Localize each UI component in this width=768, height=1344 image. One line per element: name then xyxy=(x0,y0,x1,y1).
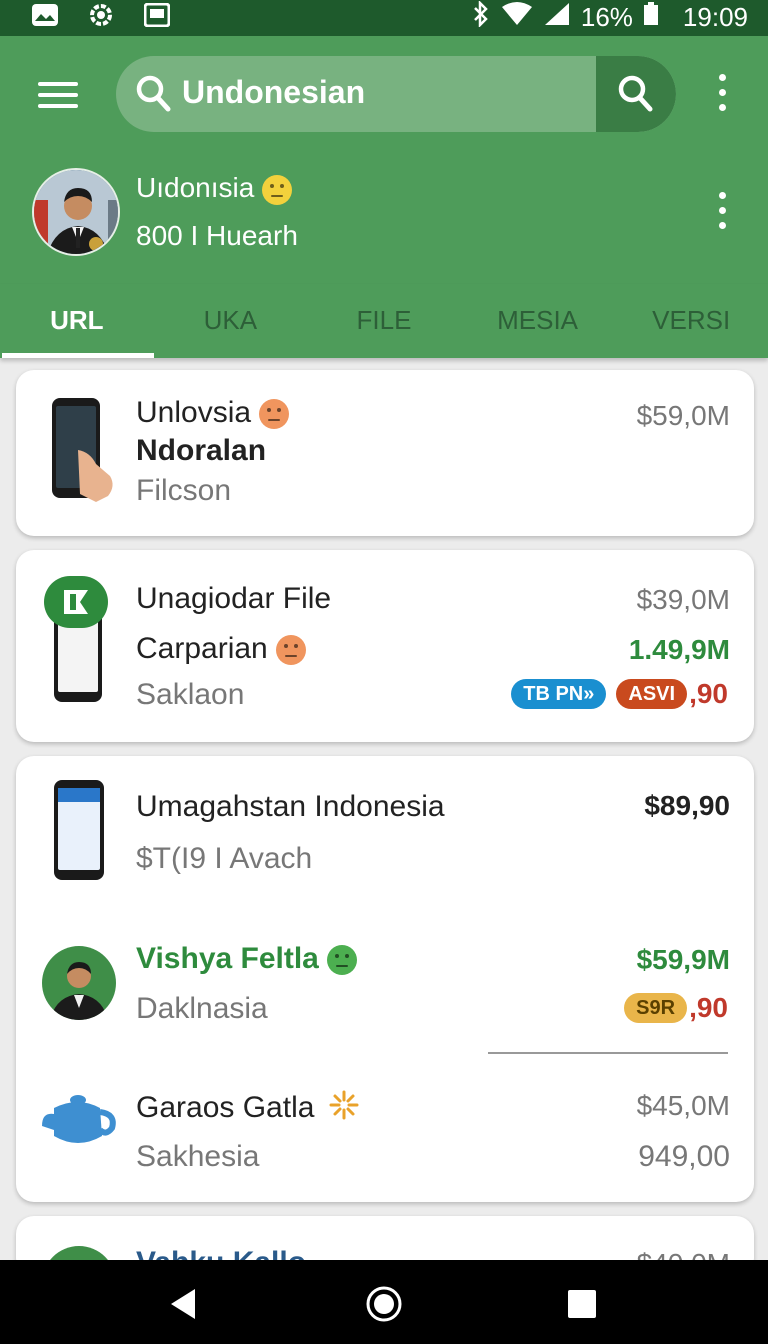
card-subtitle: Filcson xyxy=(136,474,232,507)
list-item[interactable]: Vishya Feltla Daklnasia $59,9M S9R ,90 xyxy=(16,926,754,1056)
item-price: $89,90 xyxy=(644,790,730,821)
item-title: Vishya Feltla xyxy=(136,942,357,976)
list-card[interactable]: Unagiodar File Carparian Saklaon $39,0M … xyxy=(16,550,754,742)
back-icon[interactable] xyxy=(164,1284,204,1324)
card-title: Unlovsia xyxy=(136,396,290,430)
wifi-icon xyxy=(501,1,533,34)
list-item[interactable]: Umagahstan Indonesia $T(I9 I Avach $89,9… xyxy=(16,756,754,896)
divider xyxy=(488,1052,728,1054)
tab-uka[interactable]: UKA xyxy=(154,284,308,358)
smile-emoji-icon xyxy=(262,174,293,205)
emoji-icon xyxy=(275,635,306,666)
battery-percent: 16% xyxy=(580,2,633,32)
badge-s9r: S9R xyxy=(624,993,688,1023)
card-subtitle: Saklaon xyxy=(136,678,245,711)
avatar xyxy=(42,946,116,1020)
tab-file[interactable]: FILE xyxy=(307,284,461,358)
item-subtitle: Sakhesia xyxy=(136,1140,260,1173)
item-badges: S9R ,90 xyxy=(624,992,728,1024)
badge-value: ,90 xyxy=(689,678,728,709)
sparkle-icon xyxy=(329,1090,359,1128)
battery-icon xyxy=(643,2,659,33)
search-icon xyxy=(618,75,653,112)
navigation-bar xyxy=(0,1260,768,1344)
card-title: Unagiodar File xyxy=(136,582,332,615)
card-badges: TB PN» ASVI ,90 xyxy=(511,678,728,710)
tab-bar: URL UKA FILE MESIA VERSI xyxy=(0,284,768,358)
emoji-icon xyxy=(259,399,290,430)
download-icon xyxy=(142,2,172,28)
menu-icon[interactable] xyxy=(38,82,78,112)
phone-thumbnail xyxy=(54,780,104,880)
phone-thumbnail xyxy=(52,398,113,502)
item-subtitle: $T(I9 I Avach xyxy=(136,842,313,875)
list-item[interactable]: Garaos Gatla Sakhesia $45,0M 949,00 xyxy=(16,1076,754,1196)
badge-asvi: ASVI xyxy=(616,679,688,709)
list-card[interactable]: Umagahstan Indonesia $T(I9 I Avach $89,9… xyxy=(16,756,754,1202)
tab-mesia[interactable]: MESIA xyxy=(461,284,615,358)
badge-tb: TB PN» xyxy=(511,679,607,709)
app-logo-icon xyxy=(44,576,108,628)
more-vert-icon[interactable] xyxy=(712,74,732,111)
search-button[interactable] xyxy=(596,56,676,132)
app-bar xyxy=(0,36,768,148)
avatar[interactable] xyxy=(32,168,120,256)
settings-icon xyxy=(86,2,116,28)
card-price: $39,0M xyxy=(636,584,730,615)
status-bar: 16% 19:09 xyxy=(0,0,768,36)
card-line2: Carparian xyxy=(136,632,306,666)
more-vert-icon[interactable] xyxy=(712,192,732,229)
item-price-secondary: 949,00 xyxy=(638,1140,730,1173)
badge-value: ,90 xyxy=(689,992,728,1023)
item-price: $59,9M xyxy=(636,944,730,975)
bluetooth-icon xyxy=(471,0,491,34)
card-price: $59,0M xyxy=(636,400,730,431)
card-price-secondary: 1.49,9M xyxy=(628,634,730,665)
tab-url[interactable]: URL xyxy=(0,284,154,358)
home-icon[interactable] xyxy=(364,1284,404,1324)
card-line2: Ndoralan xyxy=(136,434,267,467)
gallery-icon xyxy=(30,2,60,28)
recents-icon[interactable] xyxy=(562,1284,602,1324)
profile-subtitle: 800 I Huearh xyxy=(136,220,298,251)
item-price: $45,0M xyxy=(636,1090,730,1121)
search-icon xyxy=(136,74,172,119)
item-title: Umagahstan Indonesia xyxy=(136,790,445,823)
clock: 19:09 xyxy=(682,2,748,32)
profile-name: Uıdonısia xyxy=(136,172,293,205)
tab-versi[interactable]: VERSI xyxy=(614,284,768,358)
profile-header: Uıdonısia 800 I Huearh xyxy=(0,148,768,284)
signal-icon xyxy=(543,1,571,34)
emoji-icon xyxy=(326,945,357,976)
item-subtitle: Daklnasia xyxy=(136,992,268,1025)
search-input[interactable] xyxy=(182,74,582,111)
item-title: Garaos Gatla xyxy=(136,1090,359,1128)
teapot-icon xyxy=(40,1086,120,1155)
list-card[interactable]: Unlovsia Ndoralan Filcson $59,0M xyxy=(16,370,754,536)
search-bar[interactable] xyxy=(116,56,676,132)
